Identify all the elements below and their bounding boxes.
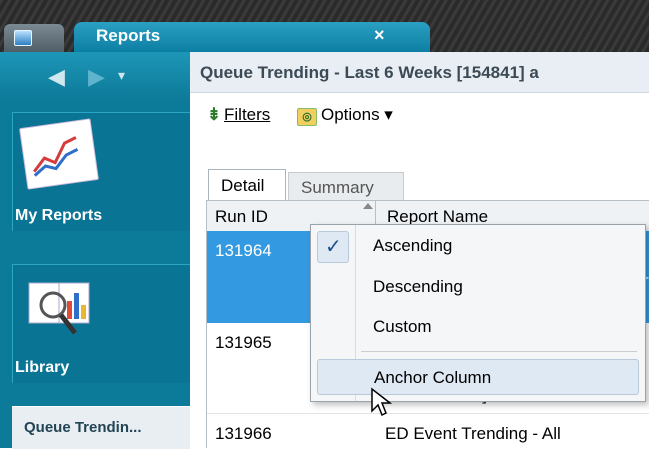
chart-line-icon bbox=[33, 136, 79, 177]
menu-item-label: Custom bbox=[373, 317, 432, 336]
home-tab[interactable] bbox=[4, 24, 64, 52]
title-bar: Queue Trending - Last 6 Weeks [154841] a bbox=[190, 52, 649, 93]
cell-report-name: ED Event Trending - All bbox=[385, 424, 561, 443]
sidebar-item-label: Queue Trendin... bbox=[24, 419, 142, 436]
options-label: Options ▾ bbox=[321, 105, 393, 124]
checked-indicator: ✓ bbox=[317, 231, 349, 263]
toolbar: ⇟ Filters ◎ Options ▾ bbox=[190, 93, 649, 133]
menu-item-descending[interactable]: Descending bbox=[311, 268, 645, 304]
sidebar-item-label: My Reports bbox=[15, 207, 103, 224]
menu-item-anchor-column[interactable]: Anchor Column bbox=[317, 359, 639, 395]
forward-arrow-icon[interactable]: ▶ bbox=[88, 64, 105, 90]
filter-icon: ⇟ bbox=[206, 105, 222, 124]
column-header-run-id[interactable]: Run ID bbox=[215, 207, 268, 227]
tab-summary[interactable]: Summary bbox=[288, 172, 404, 201]
options-button[interactable]: ◎ Options ▾ bbox=[297, 105, 393, 126]
filters-label: Filters bbox=[224, 105, 271, 124]
menu-item-label: Descending bbox=[373, 277, 463, 296]
column-sort-menu: ✓ Ascending Descending Custom Anchor Col… bbox=[310, 224, 646, 402]
menu-item-label: Anchor Column bbox=[374, 368, 492, 387]
mouse-pointer-icon bbox=[371, 387, 393, 417]
tab-summary-label: Summary bbox=[301, 178, 374, 197]
close-tab-icon[interactable]: × bbox=[374, 25, 385, 46]
menu-separator bbox=[361, 351, 637, 352]
menu-item-ascending[interactable]: ✓ Ascending bbox=[311, 227, 645, 263]
cell-run-id: 131964 bbox=[215, 241, 272, 260]
home-icon bbox=[14, 30, 32, 46]
tab-reports-label: Reports bbox=[96, 26, 161, 45]
cell-run-id: 131966 bbox=[215, 424, 272, 443]
page-title: Queue Trending - Last 6 Weeks [154841] a bbox=[200, 63, 539, 82]
sidebar: ◀ ▶ ▾ My Reports Library Queue Trendin..… bbox=[0, 52, 191, 449]
table-row[interactable]: 131966 ED Event Trending - All bbox=[207, 414, 649, 448]
checkmark-icon: ✓ bbox=[325, 236, 342, 258]
filters-button[interactable]: ⇟ Filters bbox=[204, 105, 270, 125]
back-arrow-icon[interactable]: ◀ bbox=[48, 64, 65, 90]
menu-item-custom[interactable]: Custom bbox=[311, 308, 645, 344]
library-book-icon bbox=[23, 275, 93, 335]
sidebar-item-my-reports[interactable]: My Reports bbox=[12, 112, 191, 231]
tab-reports[interactable]: Reports × bbox=[74, 22, 430, 52]
sidebar-item-queue-trending[interactable]: Queue Trendin... bbox=[12, 406, 190, 449]
menu-item-label: Ascending bbox=[373, 236, 453, 255]
sidebar-item-label: Library bbox=[15, 359, 70, 376]
sort-ascending-icon bbox=[363, 203, 373, 209]
tab-detail[interactable]: Detail bbox=[208, 169, 286, 202]
nav-dropdown-icon[interactable]: ▾ bbox=[118, 67, 125, 84]
sidebar-item-library[interactable]: Library bbox=[12, 264, 191, 383]
options-icon: ◎ bbox=[297, 108, 317, 126]
cell-run-id: 131965 bbox=[215, 333, 272, 352]
window-tab-bar: Reports × bbox=[0, 0, 649, 52]
tab-detail-label: Detail bbox=[221, 176, 265, 195]
view-tabs: Detail Summary bbox=[206, 169, 649, 202]
reports-chart-icon bbox=[19, 118, 99, 190]
sidebar-nav: ◀ ▶ ▾ bbox=[0, 52, 190, 100]
